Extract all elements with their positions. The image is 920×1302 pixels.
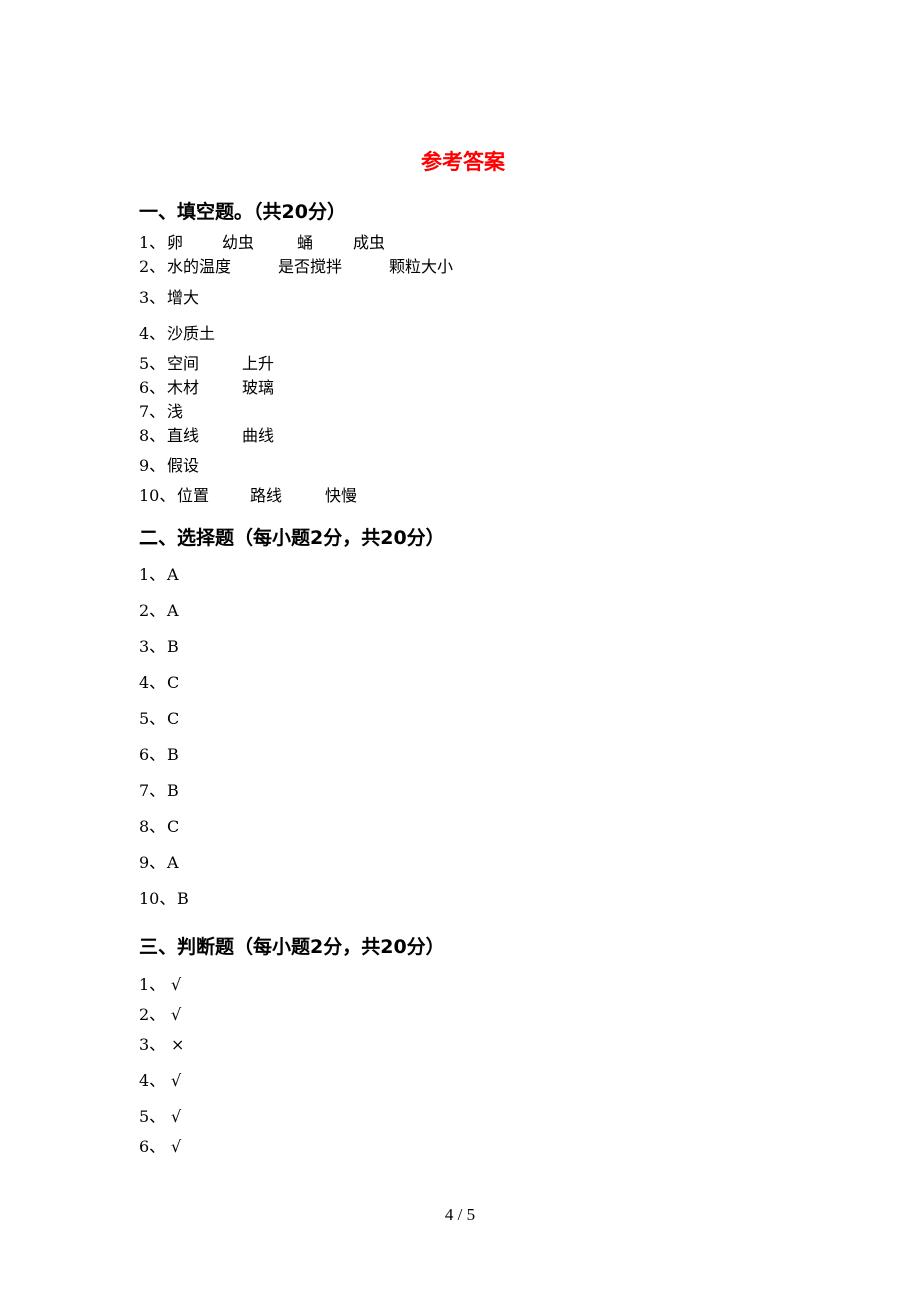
answer-value: √ <box>171 975 182 994</box>
answer-number: 6、 <box>139 745 166 764</box>
answer-number: 9、 <box>139 456 166 475</box>
answer-number: 10、 <box>139 486 176 505</box>
answer-number: 5、 <box>139 709 166 728</box>
answer-value: 蛹 <box>297 233 314 252</box>
answer-value: B <box>167 745 179 764</box>
answer-value: √ <box>171 1107 182 1126</box>
answer-number: 2、 <box>139 257 166 276</box>
answer-number: 5、 <box>139 354 166 373</box>
answer-value: 浅 <box>167 402 184 421</box>
answer-value: B <box>177 889 189 908</box>
answer-number: 5、 <box>139 1107 166 1126</box>
answer-value: C <box>167 817 180 836</box>
answer-number: 4、 <box>139 1071 166 1090</box>
section-heading-fill-in: 一、填空题。（共20分） <box>139 201 346 223</box>
answer-value: 位置 <box>177 486 210 505</box>
answer-value: 快慢 <box>325 486 358 505</box>
answer-value: 沙质土 <box>167 324 216 343</box>
answer-number: 1、 <box>139 975 166 994</box>
answer-number: 2、 <box>139 601 166 620</box>
answer-number: 4、 <box>139 324 166 343</box>
answer-value: 假设 <box>167 456 200 475</box>
section-heading-true-false: 三、判断题（每小题2分，共20分） <box>139 936 445 958</box>
answer-value: C <box>167 709 180 728</box>
answer-number: 10、 <box>139 889 176 908</box>
answer-value: 木材 <box>167 378 200 397</box>
answer-value: × <box>171 1035 185 1054</box>
answer-value: √ <box>171 1071 182 1090</box>
answer-value: 卵 <box>167 233 184 252</box>
answer-number: 1、 <box>139 233 166 252</box>
answer-value: B <box>167 637 179 656</box>
answer-number: 7、 <box>139 402 166 421</box>
answer-value: 上升 <box>242 354 275 373</box>
answer-value: B <box>167 781 179 800</box>
answer-key-title: 参考答案 <box>421 150 505 174</box>
answer-value: A <box>167 853 179 872</box>
answer-number: 3、 <box>139 1035 166 1054</box>
answer-value: 是否搅拌 <box>278 257 343 276</box>
answer-value: 成虫 <box>353 233 386 252</box>
answer-value: A <box>167 601 179 620</box>
answer-value: 曲线 <box>242 426 275 445</box>
answer-number: 3、 <box>139 288 166 307</box>
answer-value: 路线 <box>250 486 283 505</box>
answer-value: 颗粒大小 <box>389 257 454 276</box>
answer-value: 增大 <box>167 288 200 307</box>
page-indicator: 4 / 5 <box>444 1205 476 1224</box>
answer-value: 水的温度 <box>167 257 232 276</box>
answer-value: 直线 <box>167 426 200 445</box>
answer-number: 1、 <box>139 565 166 584</box>
answer-value: 玻璃 <box>242 378 275 397</box>
section-heading-multiple-choice: 二、选择题（每小题2分，共20分） <box>139 527 445 549</box>
answer-value: C <box>167 673 180 692</box>
answer-number: 2、 <box>139 1005 166 1024</box>
answer-number: 6、 <box>139 378 166 397</box>
answer-value: √ <box>171 1005 182 1024</box>
answer-number: 8、 <box>139 817 166 836</box>
answer-number: 6、 <box>139 1137 166 1156</box>
answer-number: 3、 <box>139 637 166 656</box>
answer-value: 空间 <box>167 354 200 373</box>
answer-number: 9、 <box>139 853 166 872</box>
answer-number: 8、 <box>139 426 166 445</box>
answer-value: A <box>167 565 179 584</box>
answer-number: 4、 <box>139 673 166 692</box>
answer-number: 7、 <box>139 781 166 800</box>
answer-value: √ <box>171 1137 182 1156</box>
answer-value: 幼虫 <box>222 233 255 252</box>
